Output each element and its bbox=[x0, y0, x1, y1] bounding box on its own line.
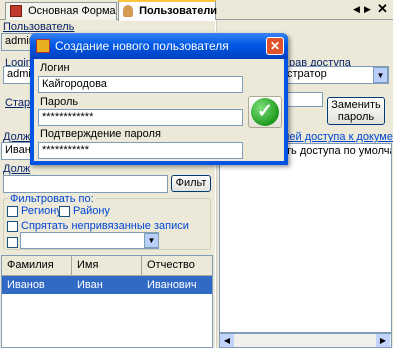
dialog-login-field[interactable]: Кайгородова bbox=[38, 76, 243, 93]
scroll-right-icon[interactable]: ▶ bbox=[364, 4, 371, 15]
filter-select[interactable] bbox=[20, 232, 159, 249]
region-label: Региону bbox=[21, 205, 62, 217]
old-password-field[interactable] bbox=[287, 92, 323, 107]
region-checkbox[interactable]: Региону bbox=[7, 205, 62, 217]
checkmark-icon: ✓ bbox=[251, 98, 279, 126]
horizontal-scrollbar[interactable] bbox=[219, 333, 392, 348]
col-header-lastname[interactable]: Фамилия bbox=[2, 256, 72, 275]
col-header-firstname[interactable]: Имя bbox=[72, 256, 142, 275]
cell-lastname: Иванов bbox=[7, 279, 45, 291]
form-icon bbox=[10, 5, 22, 18]
region-checkbox-box[interactable] bbox=[7, 205, 18, 217]
district-label: Району bbox=[73, 205, 110, 217]
cell-patronymic: Иванович bbox=[147, 279, 197, 291]
dialog-close-button[interactable]: ✕ bbox=[266, 37, 284, 55]
dialog-app-icon bbox=[36, 39, 50, 53]
scroll-right-arrow-icon[interactable]: ▶ bbox=[376, 334, 390, 347]
filter-by-label: Фильтровать по: bbox=[8, 193, 96, 205]
role-chevron-down-icon[interactable]: ▼ bbox=[373, 67, 388, 83]
scroll-left-arrow-icon[interactable]: ◀ bbox=[220, 334, 234, 347]
filter-select-checkbox-box[interactable] bbox=[7, 236, 18, 248]
hide-unlinked-checkbox-box[interactable] bbox=[7, 220, 18, 232]
position2-label: Долж bbox=[3, 163, 31, 175]
close-tab-icon[interactable]: ✕ bbox=[377, 1, 388, 17]
user-icon bbox=[123, 5, 133, 18]
cell-firstname: Иван bbox=[77, 279, 103, 291]
doc-access-list bbox=[219, 143, 392, 333]
dialog-title: Создание нового пользователя bbox=[55, 39, 229, 53]
tab-main-form-label: Основная Форма bbox=[28, 5, 116, 17]
dialog-confirm-field[interactable]: *********** bbox=[38, 142, 243, 159]
dialog-ok-button[interactable]: ✓ bbox=[248, 96, 282, 128]
district-checkbox[interactable]: Району bbox=[59, 205, 110, 217]
scroll-left-icon[interactable]: ◀ bbox=[353, 4, 360, 15]
filter-select-chevron-down-icon[interactable]: ▼ bbox=[144, 233, 159, 248]
tab-users-label: Пользователи bbox=[139, 5, 218, 17]
col-header-patronymic[interactable]: Отчество bbox=[142, 256, 212, 275]
user-label: Пользователь bbox=[3, 21, 75, 33]
filter-button[interactable]: Фильт bbox=[171, 175, 211, 192]
doc-access-item[interactable]: ть доступа по умолчание bbox=[286, 145, 391, 157]
district-checkbox-box[interactable] bbox=[59, 205, 70, 217]
close-icon: ✕ bbox=[269, 39, 281, 53]
hide-unlinked-label: Спрятать непривязанные записи bbox=[21, 220, 189, 232]
table-row[interactable]: Иванов Иван Иванович bbox=[2, 276, 212, 294]
dialog-password-field[interactable]: ************ bbox=[38, 109, 243, 126]
tab-users[interactable]: Пользователи bbox=[118, 0, 218, 21]
dialog-login-label: Логин bbox=[40, 62, 70, 74]
hide-unlinked-checkbox[interactable]: Спрятать непривязанные записи bbox=[7, 220, 189, 232]
position-field[interactable]: Ивано bbox=[1, 142, 33, 160]
dialog-password-label: Пароль bbox=[40, 96, 79, 108]
filter-input[interactable] bbox=[3, 175, 168, 193]
login-field[interactable]: admin bbox=[3, 66, 33, 84]
tab-main-form[interactable]: Основная Форма bbox=[5, 2, 117, 20]
change-password-button[interactable]: Заменить пароль bbox=[327, 97, 385, 125]
users-table: Фамилия Имя Отчество Иванов Иван Иванови… bbox=[1, 255, 213, 348]
table-header: Фамилия Имя Отчество bbox=[2, 256, 212, 276]
dialog-confirm-label: Подтверждение пароля bbox=[40, 128, 161, 140]
doc-access-header: лей доступа к документа bbox=[283, 131, 393, 143]
filter-select-checkbox[interactable] bbox=[7, 236, 21, 248]
